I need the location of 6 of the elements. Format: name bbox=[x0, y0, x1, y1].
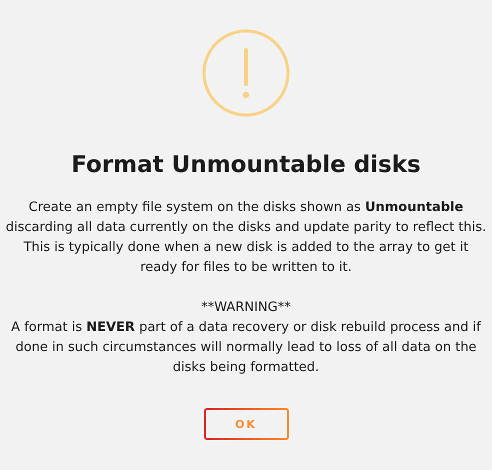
warning-heading: **WARNING** bbox=[200, 299, 292, 317]
warning-icon bbox=[201, 28, 291, 118]
warning-text: A format is NEVER part of a data recovery or disk rebuild process and if done in such circumstances will normally lead to loss of all data on the disks being formatted. bbox=[10, 319, 482, 377]
ok-button[interactable]: OK bbox=[204, 408, 288, 440]
description-text: Create an empty file system on the disks shown as Unmountable discarding all data currently on the disks and update parity to reflect this. This is typically done when a new disk is added to the array to get it ready for files to be written to it. bbox=[4, 199, 488, 277]
dialog-title: Format Unmountable disks bbox=[71, 152, 421, 178]
